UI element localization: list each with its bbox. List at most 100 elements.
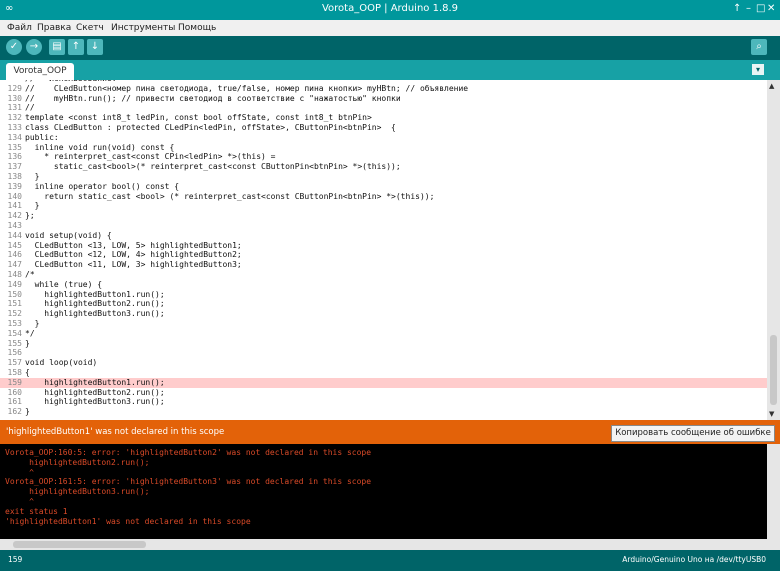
code-line[interactable]: 139 inline operator bool() const {: [0, 182, 767, 192]
line-number: 148: [7, 270, 22, 279]
code-line[interactable]: 137 static_cast<bool>(* reinterpret_cast…: [0, 162, 767, 172]
code-line[interactable]: 153 }: [0, 319, 767, 329]
console-line: exit status 1: [5, 506, 68, 516]
copy-error-button[interactable]: Копировать сообщение об ошибке: [611, 425, 775, 442]
line-number: 154: [7, 328, 22, 338]
code-line[interactable]: 145 CLedButton <13, LOW, 5> highlightedB…: [0, 241, 767, 251]
window-up-icon[interactable]: ↑: [733, 3, 741, 14]
code-line[interactable]: 151 highlightedButton2.run();: [0, 299, 767, 309]
code-line[interactable]: 133 class CLedButton : protected CLedPin<…: [0, 123, 767, 133]
code-line[interactable]: 129// CLedButton<номер пина светодиода, …: [0, 84, 767, 94]
code-line[interactable]: 130// myHBtn.run(); // привести светодио…: [0, 94, 767, 104]
code-line[interactable]: 159 highlightedButton1.run();: [0, 377, 767, 388]
line-number: 138: [7, 172, 22, 181]
upload-button[interactable]: →: [26, 39, 42, 55]
code-text: }: [25, 319, 40, 328]
code-text: }: [25, 201, 40, 211]
open-button[interactable]: ↑: [68, 39, 84, 55]
code-line[interactable]: 150 highlightedButton1.run();: [0, 290, 767, 300]
tab-menu-icon[interactable]: ▾: [752, 64, 764, 75]
code-line[interactable]: 155}: [0, 339, 767, 349]
save-button[interactable]: ↓: [87, 39, 103, 55]
code-line[interactable]: 136 * reinterpret_cast<const CPin<ledPin…: [0, 152, 767, 162]
console-line: Vorota_OOP:160:5: error: 'highlightedBut…: [5, 448, 372, 457]
code-line[interactable]: 146 CLedButton <12, LOW, 4> highlightedB…: [0, 250, 767, 260]
code-line[interactable]: 144 void setup(void) {: [0, 231, 767, 241]
menu-sketch[interactable]: Скетч: [76, 23, 104, 33]
code-line[interactable]: 138 }: [0, 172, 767, 182]
status-line-number: 159: [8, 555, 23, 564]
code-line[interactable]: 135 inline void run(void) const {: [0, 143, 767, 153]
code-line[interactable]: 162}: [0, 407, 767, 417]
code-line[interactable]: 131//: [0, 103, 767, 113]
menu-bar: Файл Правка Скетч Инструменты Помощь: [0, 20, 780, 36]
code-text: highlightedButton3.run();: [25, 397, 165, 407]
line-number: 158: [7, 368, 22, 377]
close-icon[interactable]: ✕: [767, 3, 775, 14]
verify-button[interactable]: ✓: [6, 39, 22, 55]
code-line[interactable]: 161 highlightedButton3.run();: [0, 397, 767, 407]
line-number: 129: [7, 83, 22, 93]
line-number: 135: [7, 142, 22, 152]
scroll-up-icon[interactable]: ▲: [769, 82, 774, 90]
code-line[interactable]: 157 void loop(void): [0, 358, 767, 368]
line-number: 145: [7, 240, 22, 250]
code-line[interactable]: 154 */: [0, 329, 767, 339]
code-text: /*: [25, 270, 35, 279]
console-output[interactable]: Vorota_OOP:160:5: error: 'highlightedBut…: [0, 444, 767, 539]
code-line[interactable]: 156: [0, 348, 767, 358]
code-line[interactable]: 143: [0, 221, 767, 231]
menu-file[interactable]: Файл: [7, 23, 32, 33]
editor-vertical-scrollbar[interactable]: ▲ ▼: [767, 80, 780, 420]
menu-help[interactable]: Помощь: [178, 23, 216, 33]
code-line[interactable]: 132 template <const int8_t ledPin, const …: [0, 113, 767, 123]
line-number: 151: [7, 299, 22, 309]
tab-bar: Vorota_OOP ▾: [0, 60, 780, 80]
line-number: 136: [7, 152, 22, 162]
code-line[interactable]: 148/*: [0, 270, 767, 280]
line-number: 149: [7, 279, 22, 289]
line-number: 143: [7, 221, 22, 230]
code-line[interactable]: 149 while (true) {: [0, 280, 767, 290]
line-number: 142: [7, 211, 22, 221]
code-editor[interactable]: // Использование:129// CLedButton<номер …: [0, 80, 767, 420]
code-text: void loop(void): [25, 358, 98, 368]
status-bar: 159 Arduino/Genuino Uno на /dev/ttyUSB0: [0, 550, 780, 571]
line-number: 133: [7, 123, 22, 132]
code-line[interactable]: 141 }: [0, 201, 767, 211]
console-line: highlightedButton2.run();: [5, 457, 150, 467]
console-line: highlightedButton3.run();: [5, 487, 150, 497]
code-line[interactable]: 160 highlightedButton2.run();: [0, 388, 767, 398]
error-message: 'highlightedButton1' was not declared in…: [6, 427, 225, 437]
code-text: public:: [25, 132, 59, 142]
console-vertical-scrollbar[interactable]: [767, 444, 780, 539]
code-text: CLedButton <12, LOW, 4> highlightedButto…: [25, 250, 242, 260]
code-line[interactable]: 152 highlightedButton3.run();: [0, 309, 767, 319]
serial-monitor-icon[interactable]: ⌕: [751, 39, 767, 55]
console-horizontal-scrollbar[interactable]: [0, 539, 780, 550]
line-number: 162: [7, 407, 22, 417]
code-line[interactable]: 158{: [0, 368, 767, 378]
line-number: 150: [7, 289, 22, 299]
code-line[interactable]: 140 return static_cast <bool> (* reinter…: [0, 192, 767, 202]
menu-edit[interactable]: Правка: [37, 23, 71, 33]
code-line[interactable]: 142};: [0, 211, 767, 221]
code-text: return static_cast <bool> (* reinterpret…: [25, 191, 435, 201]
code-line[interactable]: 134 public:: [0, 133, 767, 143]
line-number: 153: [7, 319, 22, 328]
console-line: Vorota_OOP:161:5: error: 'highlightedBut…: [5, 477, 372, 487]
line-number: 160: [7, 387, 22, 397]
code-line[interactable]: 147 CLedButton <11, LOW, 3> highlightedB…: [0, 260, 767, 270]
scroll-thumb[interactable]: [770, 335, 777, 405]
scroll-down-icon[interactable]: ▼: [769, 410, 774, 418]
menu-tools[interactable]: Инструменты: [111, 23, 175, 33]
hscroll-thumb[interactable]: [13, 541, 146, 548]
line-number: 159: [7, 377, 22, 387]
new-button[interactable]: ▤: [49, 39, 65, 55]
code-text: static_cast<bool>(* reinterpret_cast<con…: [25, 162, 401, 172]
console-line: ^: [5, 467, 34, 477]
maximize-icon[interactable]: □: [756, 3, 765, 14]
tab-vorota-oop[interactable]: Vorota_OOP: [6, 63, 74, 80]
minimize-icon[interactable]: –: [746, 3, 751, 14]
line-number: 141: [7, 201, 22, 211]
